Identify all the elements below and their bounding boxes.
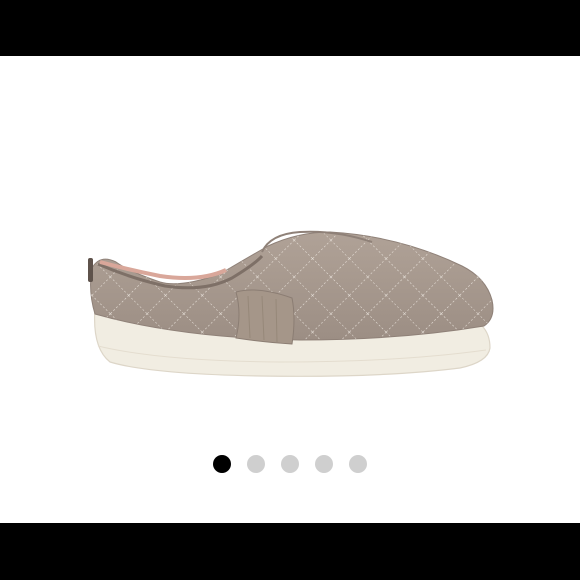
carousel-dot-4[interactable]	[315, 455, 333, 473]
bottom-bar	[0, 523, 580, 580]
carousel-stage[interactable]	[0, 56, 580, 523]
carousel-dot-3[interactable]	[281, 455, 299, 473]
product-image	[88, 230, 494, 377]
carousel-dot-2[interactable]	[247, 455, 265, 473]
top-bar	[0, 0, 580, 56]
image-viewer	[0, 0, 580, 580]
carousel-dot-5[interactable]	[349, 455, 367, 473]
carousel-pagination	[0, 455, 580, 475]
carousel-dot-1[interactable]	[213, 455, 231, 473]
